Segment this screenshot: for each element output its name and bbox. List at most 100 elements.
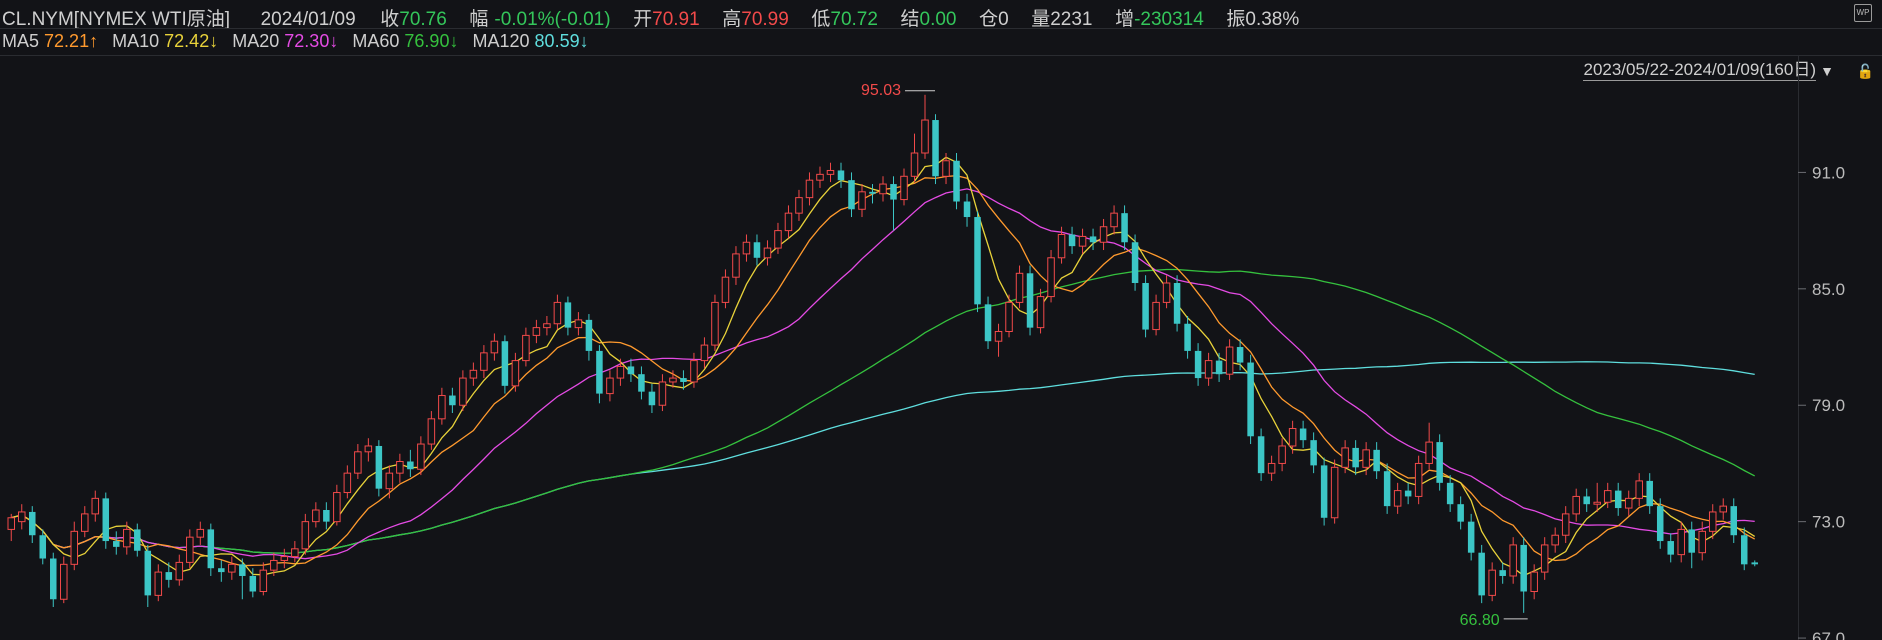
candle-body-down [1184,323,1191,351]
candle-body-down [1236,347,1244,363]
candle-body-up [658,381,667,406]
low-label: 低 [811,9,831,30]
candle-body-down [627,366,635,375]
candle-body-up [417,443,425,470]
candle-body-down [564,302,572,328]
candle-body-down [102,498,110,542]
amplitude-label: 振 [1226,9,1246,30]
candle-body-up [354,451,362,474]
y-tick-label: 85.0 [1812,280,1845,299]
candle-body-up [669,377,677,383]
candle-body-up [123,528,131,548]
candle-body-up [459,377,467,406]
candle-body-up [816,173,824,181]
candle-body-down [207,529,215,569]
candle-body-down [165,572,173,580]
candle-body-up [427,418,436,445]
candle-body-up [490,340,499,354]
amplitude-value: 0.38% [1245,9,1300,30]
high-value: 70.99 [741,9,789,30]
candle-body-up [1561,513,1570,536]
candle-body-down [1173,283,1181,324]
candle-body-up [1204,360,1213,379]
candle-body-down [134,529,141,551]
candle-body-up [1036,296,1045,329]
candle-body-up [795,197,803,214]
candle-body-up [532,327,541,336]
y-tick-label: 91.0 [1812,163,1845,182]
candle-body-up [1015,272,1024,303]
candle-body-up [1341,447,1349,468]
max-annotation: 95.03 [861,82,901,99]
oi-value: 0 [998,9,1009,30]
candle-body-up [1099,226,1108,243]
ma20-label[interactable]: MA20 [232,31,279,51]
candle-body-up [301,521,310,550]
min-annotation: 66.80 [1460,612,1500,629]
ma120-label[interactable]: MA120 [472,31,529,51]
candle-body-down [596,350,603,394]
candle-body-up [312,509,320,523]
candle-body-down [1478,552,1485,596]
candle-body-up [186,536,194,563]
candle-body-up [994,331,1003,342]
ma10-label[interactable]: MA10 [112,31,159,51]
candle-body-up [721,276,730,303]
candle-body-down [953,160,960,202]
candle-body-down [1688,529,1695,553]
candle-body-down [1499,570,1506,576]
candle-body-down [1751,562,1759,565]
candle-body-up [17,511,26,523]
candle-body-down [1131,242,1139,284]
candle-body-up [1593,501,1601,505]
candle-body-down [1520,544,1527,592]
candle-body-down [869,191,876,194]
candle-body-up [1603,490,1612,503]
candle-body-down [29,511,36,536]
candle-body-up [1698,530,1706,554]
candle-body-up [1540,544,1549,573]
candle-body-up [1635,480,1643,499]
candle-body-up [1162,282,1171,303]
candle-body-down [1310,440,1317,466]
candle-body-up [763,247,772,259]
oi-label: 仓 [979,9,999,30]
ma5-label[interactable]: MA5 [2,31,39,51]
candle-body-down [1656,506,1664,542]
candle-body-down [984,304,992,342]
candle-body-up [291,548,299,558]
close-label: 收 [380,9,400,30]
candle-body-up [343,472,352,494]
candle-body-up [858,191,866,210]
candle-body-up [690,360,698,383]
candle-body-up [1330,466,1339,519]
candle-body-down [648,391,656,406]
candle-body-up [259,569,268,592]
ma60-label[interactable]: MA60 [352,31,399,51]
ma120-value: 80.59↓ [534,31,589,51]
quote-date: 2024/01/09 [260,9,356,30]
symbol-name[interactable]: CL.NYM[NYMEX WTI原油] [2,9,230,30]
open-value: 70.91 [652,9,700,30]
change-value: -0.01%(-0.01) [494,9,611,30]
candle-body-up [385,472,394,490]
candle-body-down [974,217,981,305]
ma60-line [11,268,1755,554]
ma5-value: 72.21↑ [44,31,99,51]
candle-body-up [1677,528,1685,556]
candle-body-down [1352,447,1359,468]
candle-body-down [1740,535,1748,565]
wp-badge[interactable]: WP [1854,4,1872,22]
candle-body-down [890,184,897,200]
volume-value: 2231 [1050,9,1093,30]
candle-body-up [732,253,740,278]
candle-body-up [774,230,782,249]
candlestick-chart[interactable]: 91.0 85.0 79.0 73.0 67.0 95.03 66.80 [0,56,1882,640]
candle-body-down [1646,480,1653,507]
quote-header: CL.NYM[NYMEX WTI原油] 2024/01/09 收70.76 幅-… [0,0,1882,30]
ma10-line [11,175,1756,567]
candle-body-up [1509,544,1517,577]
candle-body-up [522,334,530,362]
candle-body-down [501,341,509,386]
y-tick-label: 79.0 [1812,396,1845,415]
